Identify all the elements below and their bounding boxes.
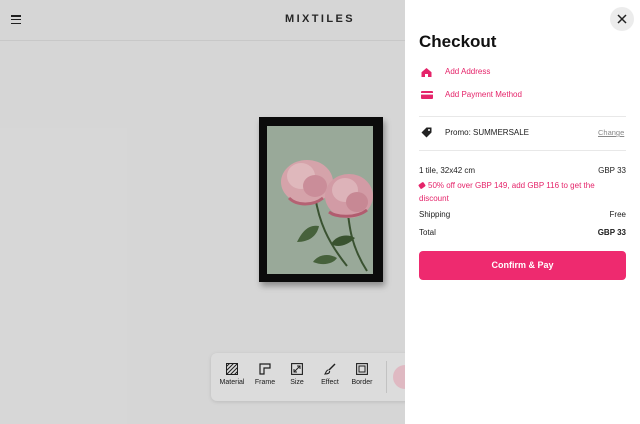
divider [419,116,626,117]
home-icon [421,68,432,77]
discount-notice: 50% off over GBP 149, add GBP 116 to get… [418,179,619,205]
add-payment-link[interactable]: Add Payment Method [419,89,619,103]
total-label: Total [419,228,436,237]
promo-code-label: Promo: SUMMERSALE [445,128,530,137]
credit-card-icon [421,91,433,99]
discount-tag-icon [418,181,426,190]
shipping-label: Shipping [419,210,451,219]
total-value: GBP 33 [597,228,626,237]
change-promo-link[interactable]: Change [598,128,624,137]
close-icon [617,14,627,24]
divider [419,150,626,151]
shipping-value: Free [609,210,626,219]
add-address-label: Add Address [445,67,491,76]
checkout-title: Checkout [419,32,497,51]
overlay-backdrop[interactable] [0,0,405,424]
item-price: GBP 33 [598,166,626,175]
confirm-pay-button[interactable]: Confirm & Pay [419,251,626,280]
close-button[interactable] [610,7,634,31]
add-payment-label: Add Payment Method [445,90,522,99]
promo-tag-icon [421,127,432,138]
add-address-link[interactable]: Add Address [419,66,619,80]
checkout-panel: Checkout Add Address Add Payment Method … [405,0,640,424]
item-description: 1 tile, 32x42 cm [419,166,476,175]
discount-text: 50% off over GBP 149, add GBP 116 to get… [419,181,595,203]
